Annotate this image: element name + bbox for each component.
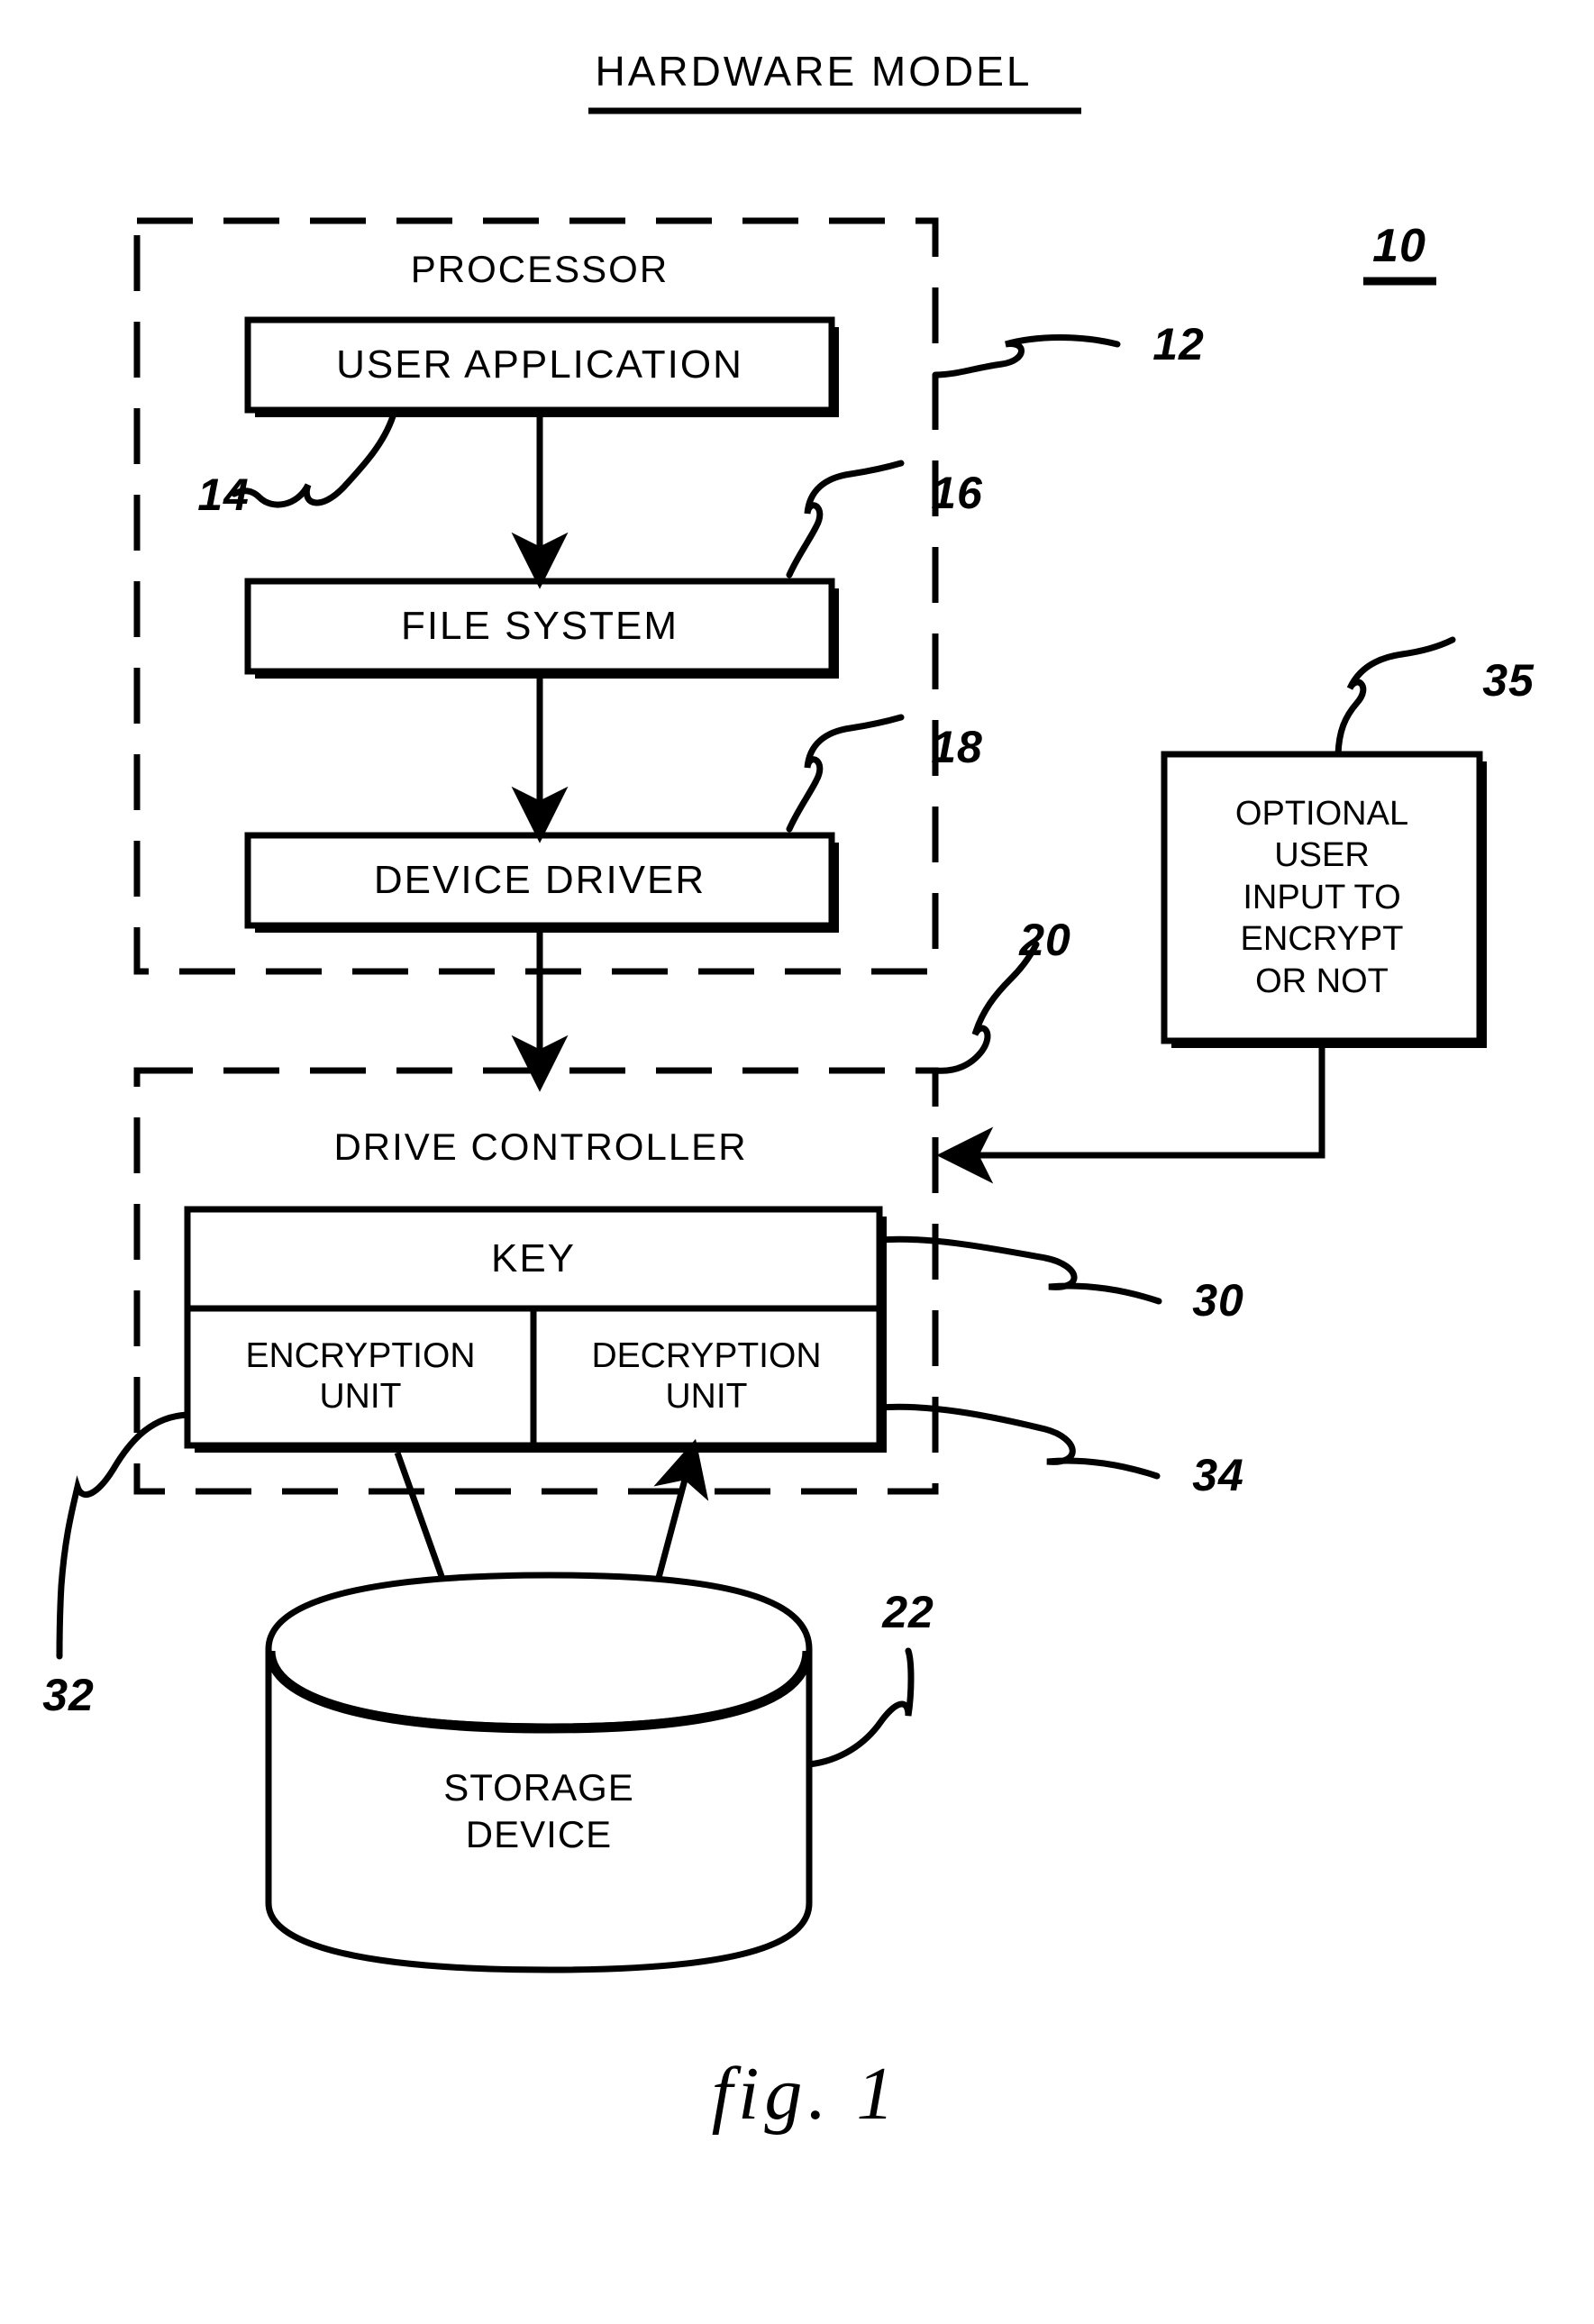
leader-line-34 [876, 1403, 1161, 1480]
ref-label-16: 16 [931, 468, 983, 518]
figure-caption: fig. 1 [711, 2051, 900, 2136]
optional-input-label: OPTIONAL USER INPUT TO ENCRYPT OR NOT [1234, 795, 1409, 1000]
device-driver-label: DEVICE DRIVER [373, 858, 706, 902]
encryption-unit-label: ENCRYPTION UNIT [245, 1336, 476, 1416]
figure-title: HARDWARE MODEL [595, 48, 1033, 95]
ref-label-34: 34 [1192, 1450, 1244, 1500]
ref-label-10: 10 [1372, 220, 1426, 272]
leader-line-18 [786, 714, 905, 833]
key-label: KEY [490, 1236, 577, 1280]
ref-label-18: 18 [931, 722, 983, 772]
leader-line-16 [786, 460, 905, 579]
user-application-label: USER APPLICATION [336, 342, 743, 387]
leader-line-30 [876, 1235, 1162, 1305]
processor-group-label: PROCESSOR [410, 248, 669, 290]
ref-label-30: 30 [1192, 1275, 1244, 1326]
patent-figure: HARDWARE MODEL 10 PROCESSOR USER APPLICA… [0, 0, 1594, 2324]
decryption-unit-label: DECRYPTION UNIT [591, 1336, 822, 1416]
leader-line-32 [56, 1411, 191, 1660]
ref-label-12: 12 [1152, 319, 1205, 369]
ref-label-22: 22 [882, 1587, 934, 1637]
leader-line-22 [806, 1647, 915, 1768]
leader-line-35 [1334, 636, 1456, 758]
ref-label-14: 14 [197, 469, 250, 520]
drive-controller-group-label: DRIVE CONTROLLER [333, 1126, 748, 1168]
file-system-label: FILE SYSTEM [400, 604, 679, 648]
storage-device-label: STORAGE DEVICE [443, 1765, 634, 1856]
arrow-optional-input-to-drive-controller [936, 1048, 1325, 1184]
leader-line-12 [932, 334, 1121, 378]
storage-device-cylinder-top [265, 1572, 813, 1730]
ref-label-35: 35 [1482, 655, 1535, 706]
ref-label-20: 20 [1019, 915, 1071, 965]
ref-label-32: 32 [42, 1670, 95, 1720]
